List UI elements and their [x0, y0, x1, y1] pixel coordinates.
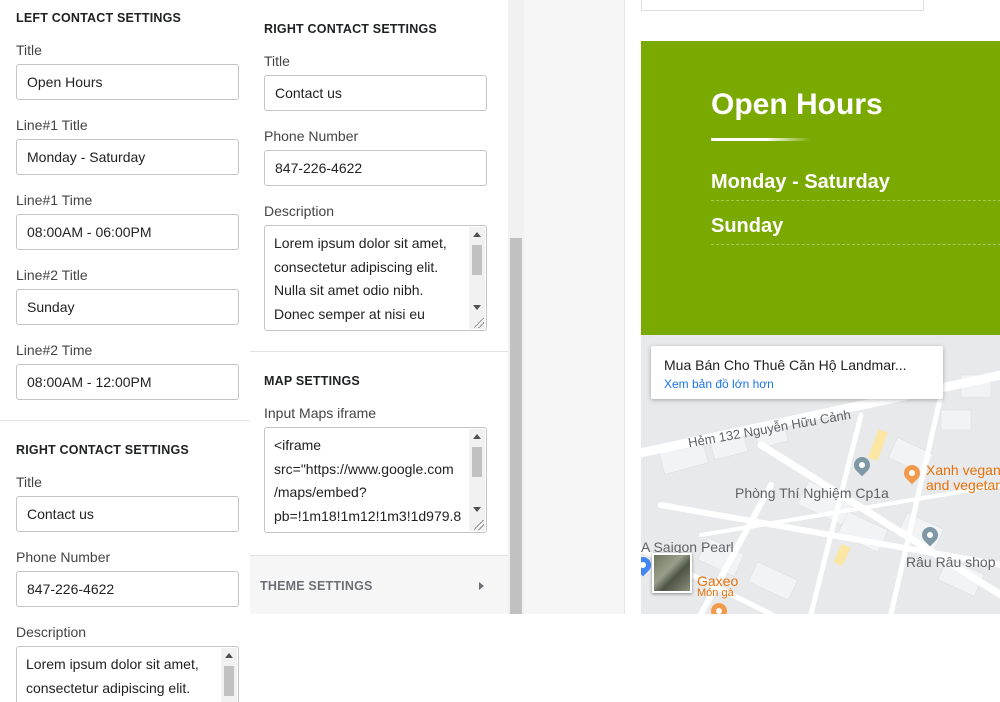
- right-title-label: Title: [16, 474, 42, 490]
- resize-grip-icon[interactable]: [474, 520, 484, 530]
- theme-settings-label: THEME SETTINGS: [260, 579, 373, 593]
- line1-title-label: Line#1 Title: [16, 117, 88, 133]
- right-contact-heading: RIGHT CONTACT SETTINGS: [16, 443, 189, 457]
- textarea-scrollbar[interactable]: [221, 648, 237, 702]
- line1-title-value: Monday - Saturday: [27, 149, 146, 165]
- open-hours-title: Open Hours: [711, 88, 883, 121]
- scroll-up-icon[interactable]: [473, 434, 481, 439]
- poi-label[interactable]: Xanh vegan: [926, 462, 1000, 478]
- scroll-down-icon[interactable]: [473, 305, 481, 310]
- line2-time-value: 08:00AM - 12:00PM: [27, 374, 152, 390]
- poi-label[interactable]: Phòng Thí Nghiệm Cp1a: [735, 485, 889, 501]
- scroll-up-icon[interactable]: [473, 232, 481, 237]
- description-label: Description: [16, 624, 87, 640]
- line2-title-input[interactable]: Sunday: [16, 289, 239, 325]
- left-title-value: Open Hours: [27, 74, 103, 90]
- line1-time-label: Line#1 Time: [16, 192, 93, 208]
- right-title-value: Contact us: [27, 506, 94, 522]
- middle-settings-column: RIGHT CONTACT SETTINGS Title Contact us …: [250, 0, 508, 614]
- line2-title-value: Sunday: [27, 299, 75, 315]
- description-textarea[interactable]: Lorem ipsum dolor sit amet, consectetur …: [16, 646, 239, 702]
- google-map[interactable]: Mua Bán Cho Thuê Căn Hộ Landmar... Xem b…: [641, 335, 1000, 614]
- preview-frame: Open Hours Monday - Saturday Sunday Mua …: [624, 0, 1000, 614]
- phone-number-input[interactable]: 847-226-4622: [264, 150, 487, 186]
- poi-label[interactable]: and vegetari: [926, 477, 1000, 493]
- right-title-value: Contact us: [275, 85, 342, 101]
- line1-title-input[interactable]: Monday - Saturday: [16, 139, 239, 175]
- map-place-card: Mua Bán Cho Thuê Căn Hộ Landmar... Xem b…: [651, 346, 943, 399]
- section-divider: [250, 351, 508, 352]
- right-title-input[interactable]: Contact us: [264, 75, 487, 111]
- right-contact-heading: RIGHT CONTACT SETTINGS: [264, 22, 437, 36]
- scroll-down-icon[interactable]: [473, 507, 481, 512]
- line2-time-label: Line#2 Time: [16, 342, 93, 358]
- line2-title-label: Line#2 Title: [16, 267, 88, 283]
- line2-time-input[interactable]: 08:00AM - 12:00PM: [16, 364, 239, 400]
- theme-settings-toggle[interactable]: THEME SETTINGS: [250, 555, 508, 614]
- description-label: Description: [264, 203, 335, 219]
- title-underline: [711, 138, 811, 141]
- phone-number-input[interactable]: 847-226-4622: [16, 571, 239, 607]
- scroll-up-icon[interactable]: [225, 653, 233, 658]
- description-text: Lorem ipsum dolor sit amet, consectetur …: [26, 656, 199, 696]
- right-title-input[interactable]: Contact us: [16, 496, 239, 532]
- description-textarea[interactable]: Lorem ipsum dolor sit amet, consectetur …: [264, 225, 487, 331]
- maps-iframe-textarea[interactable]: <iframe src="https://www.google.com /map…: [264, 427, 487, 533]
- open-hours-block: Open Hours Monday - Saturday Sunday: [641, 41, 1000, 335]
- section-divider: [0, 420, 250, 421]
- preview-top-element: [641, 0, 924, 11]
- textarea-scrollbar[interactable]: [469, 227, 485, 329]
- phone-number-value: 847-226-4622: [27, 581, 115, 597]
- chevron-right-icon: [479, 582, 484, 590]
- right-title-label: Title: [264, 53, 290, 69]
- settings-panel-scrollbar[interactable]: [508, 0, 524, 614]
- maps-iframe-label: Input Maps iframe: [264, 405, 377, 421]
- line1-time-input[interactable]: 08:00AM - 06:00PM: [16, 214, 239, 250]
- description-text: Lorem ipsum dolor sit amet, consectetur …: [274, 235, 447, 322]
- satellite-toggle[interactable]: [652, 553, 692, 593]
- scroll-thumb[interactable]: [510, 238, 522, 614]
- line1-time-value: 08:00AM - 06:00PM: [27, 224, 152, 240]
- left-title-label: Title: [16, 42, 42, 58]
- scroll-thumb[interactable]: [472, 245, 482, 275]
- place-name: Mua Bán Cho Thuê Căn Hộ Landmar...: [664, 357, 907, 373]
- left-contact-heading: LEFT CONTACT SETTINGS: [16, 11, 182, 25]
- hours-row: Monday - Saturday: [711, 157, 1000, 201]
- scroll-thumb[interactable]: [472, 447, 482, 477]
- hours-row: Sunday: [711, 201, 1000, 245]
- phone-number-label: Phone Number: [264, 128, 359, 144]
- scroll-thumb[interactable]: [224, 666, 234, 696]
- poi-sublabel: Món gà: [697, 587, 734, 599]
- larger-map-link[interactable]: Xem bản đồ lớn hơn: [664, 377, 774, 391]
- phone-number-value: 847-226-4622: [275, 160, 363, 176]
- textarea-scrollbar[interactable]: [469, 429, 485, 531]
- hours-line2: Sunday: [711, 215, 784, 237]
- left-title-input[interactable]: Open Hours: [16, 64, 239, 100]
- map-settings-heading: MAP SETTINGS: [264, 374, 360, 388]
- maps-iframe-text: <iframe src="https://www.google.com /map…: [274, 437, 462, 524]
- left-settings-column: LEFT CONTACT SETTINGS Title Open Hours L…: [0, 0, 250, 702]
- hours-line1: Monday - Saturday: [711, 171, 890, 193]
- poi-label[interactable]: Râu Râu shop: [906, 554, 996, 570]
- phone-number-label: Phone Number: [16, 549, 111, 565]
- resize-grip-icon[interactable]: [474, 318, 484, 328]
